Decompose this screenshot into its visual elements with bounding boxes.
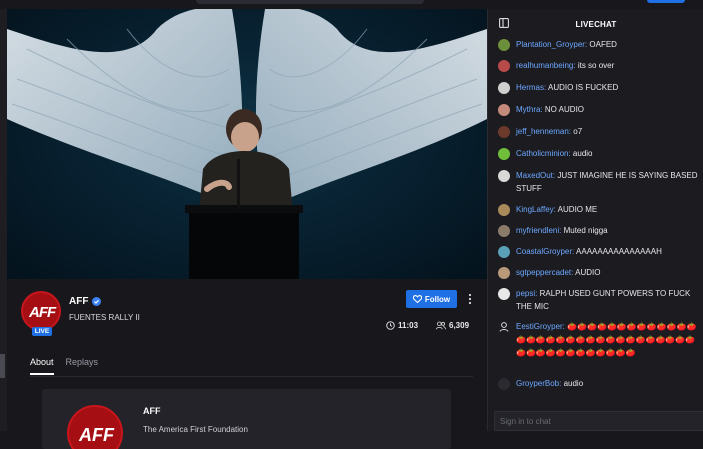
chat-username[interactable]: MaxedOut: <box>516 171 555 180</box>
tab-about[interactable]: About <box>30 357 54 375</box>
video-player[interactable] <box>7 9 487 279</box>
about-avatar-logo: AFF <box>79 425 114 445</box>
live-chat-panel: LIVECHAT Plantation_Groyper: OAFED realh… <box>487 9 703 431</box>
user-avatar[interactable] <box>498 267 510 279</box>
channel-info: AFF LIVE AFF FUENTES RALLY II Follow 11:… <box>7 279 487 449</box>
follow-button-label: Follow <box>424 294 451 304</box>
about-avatar: AFF <box>67 405 123 449</box>
live-badge: LIVE <box>32 327 52 336</box>
chat-username[interactable]: jeff_henneman: <box>516 127 571 136</box>
chat-text: audio <box>570 149 593 158</box>
chat-message: Plantation_Groyper: OAFED <box>498 38 703 59</box>
video-frame <box>7 9 487 279</box>
chat-message: Catholicminion: audio <box>498 147 703 169</box>
heart-icon <box>412 295 422 303</box>
user-avatar[interactable] <box>498 225 510 237</box>
chat-username[interactable]: myfriendleni: <box>516 226 561 235</box>
channel-avatar-logo: AFF <box>29 304 56 321</box>
user-avatar[interactable] <box>498 148 510 160</box>
channel-avatar[interactable]: AFF <box>21 291 61 331</box>
chat-message: CoastalGroyper: AAAAAAAAAAAAAAAH <box>498 245 703 266</box>
chat-text: RALPH USED GUNT POWERS TO FUCK THE MIC <box>516 289 691 311</box>
chat-message: jeff_henneman: o7 <box>498 125 703 147</box>
kebab-menu-icon[interactable] <box>467 293 473 305</box>
chat-header: LIVECHAT <box>488 9 703 37</box>
chat-message: GroyperBob: audio <box>498 377 703 393</box>
chat-message: KingLaffey: AUDIO ME <box>498 203 703 224</box>
channel-tabs: About Replays <box>30 357 98 375</box>
chat-text: AAAAAAAAAAAAAAAH <box>574 247 662 256</box>
chat-message: pepsi: RALPH USED GUNT POWERS TO FUCK TH… <box>498 287 703 320</box>
user-avatar[interactable] <box>498 82 510 94</box>
about-description: The America First Foundation <box>143 425 248 434</box>
chat-text: NO AUDIO <box>542 105 585 114</box>
user-avatar[interactable] <box>498 39 510 51</box>
viewers-icon <box>436 321 446 330</box>
chat-messages: Plantation_Groyper: OAFED realhumanbeing… <box>498 38 703 393</box>
chat-username[interactable]: KingLaffey: <box>516 205 556 214</box>
chat-text: AUDIO <box>573 268 601 277</box>
chat-text: OAFED <box>587 40 617 49</box>
chat-username[interactable]: realhumanbeing: <box>516 61 576 70</box>
top-action-button[interactable] <box>647 0 685 3</box>
chat-text: its so over <box>575 61 615 70</box>
verified-icon <box>92 297 101 306</box>
follow-button[interactable]: Follow <box>406 290 457 308</box>
stream-title: FUENTES RALLY II <box>69 313 140 322</box>
chat-message: Mythra: NO AUDIO <box>498 103 703 125</box>
chat-message: sgtpeppercadet: AUDIO <box>498 266 703 287</box>
chat-username[interactable]: Plantation_Groyper: <box>516 40 587 49</box>
about-name: AFF <box>143 406 161 416</box>
chat-text: audio <box>561 379 584 388</box>
chat-text: AUDIO ME <box>555 205 598 214</box>
scrollbar-thumb[interactable] <box>0 354 5 378</box>
chat-text: Muted nigga <box>561 226 608 235</box>
user-avatar[interactable] <box>498 126 510 138</box>
clock-icon <box>386 321 395 330</box>
tab-divider <box>30 376 473 377</box>
chat-username[interactable]: Catholicminion: <box>516 149 571 158</box>
chat-message: realhumanbeing: its so over <box>498 59 703 81</box>
chat-message: Hermas: AUDIO IS FUCKED <box>498 81 703 103</box>
user-avatar[interactable] <box>498 204 510 216</box>
default-user-icon[interactable] <box>498 321 510 333</box>
chat-username[interactable]: Mythra: <box>516 105 543 114</box>
chat-text: AUDIO IS FUCKED <box>546 83 619 92</box>
chat-username[interactable]: pepsi: <box>516 289 537 298</box>
chat-username[interactable]: GroyperBob: <box>516 379 561 388</box>
left-scrollbar[interactable] <box>0 9 7 431</box>
chat-message: MaxedOut: JUST IMAGINE HE IS SAYING BASE… <box>498 169 703 203</box>
user-avatar[interactable] <box>498 170 510 182</box>
chat-username[interactable]: Hermas: <box>516 83 546 92</box>
stream-uptime: 11:03 <box>386 321 418 330</box>
chat-text: o7 <box>571 127 583 136</box>
user-avatar[interactable] <box>498 288 510 300</box>
uptime-value: 11:03 <box>398 321 419 330</box>
chat-message: myfriendleni: Muted nigga <box>498 224 703 245</box>
user-avatar[interactable] <box>498 378 510 390</box>
user-avatar[interactable] <box>498 60 510 72</box>
chat-message: EestiGroyper: 🍅🍅🍅🍅🍅🍅🍅🍅🍅🍅🍅🍅🍅🍅🍅🍅🍅🍅🍅🍅🍅🍅🍅🍅🍅🍅… <box>498 320 703 377</box>
chat-username[interactable]: CoastalGroyper: <box>516 247 574 256</box>
chat-username[interactable]: sgtpeppercadet: <box>516 268 573 277</box>
tab-replays[interactable]: Replays <box>66 357 99 375</box>
search-bar[interactable] <box>196 0 424 4</box>
top-bar <box>0 0 703 9</box>
user-avatar[interactable] <box>498 246 510 258</box>
chat-title: LIVECHAT <box>575 20 617 29</box>
user-avatar[interactable] <box>498 104 510 116</box>
chat-username[interactable]: EestiGroyper: <box>516 322 565 331</box>
about-card: AFF AFF The America First Foundation <box>42 389 451 449</box>
viewer-count: 6,309 <box>436 321 469 330</box>
chat-input[interactable]: Sign in to chat <box>494 411 703 431</box>
viewer-count-value: 6,309 <box>449 321 470 330</box>
channel-name[interactable]: AFF <box>69 296 88 307</box>
